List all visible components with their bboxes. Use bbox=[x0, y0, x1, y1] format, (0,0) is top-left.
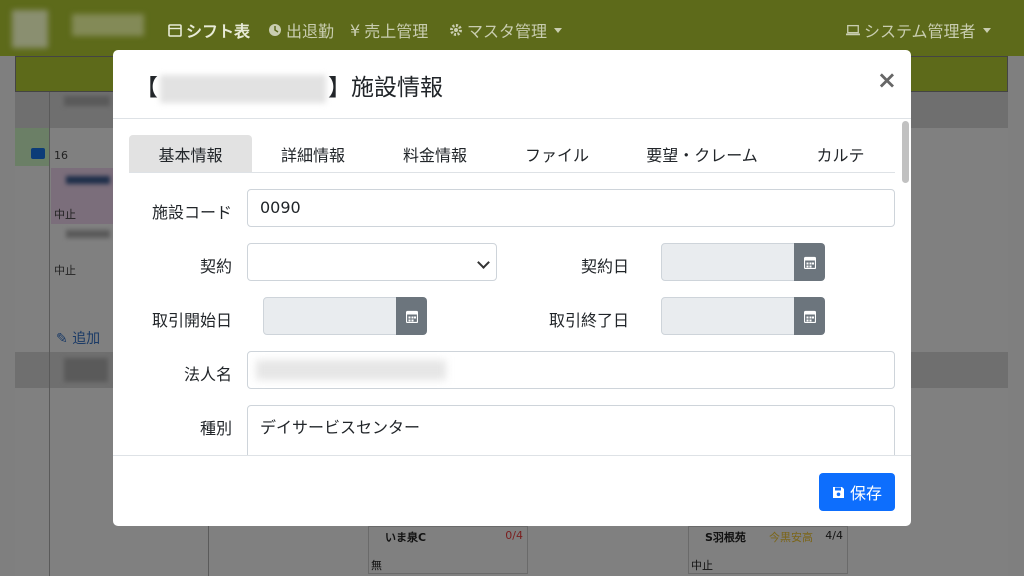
facility-info-modal: 【 】施設情報 × 基本情報 詳細情報 料金情報 ファイル 要望・クレーム カルテ… bbox=[113, 50, 911, 526]
save-button[interactable]: 保存 bbox=[819, 473, 895, 511]
card-title: いま泉C bbox=[385, 531, 427, 544]
user-menu[interactable]: システム管理者 bbox=[846, 18, 991, 42]
tab-files[interactable]: ファイル bbox=[496, 135, 618, 172]
start-date-field bbox=[263, 297, 398, 335]
tab-basic-info[interactable]: 基本情報 bbox=[129, 135, 252, 172]
brand-name bbox=[72, 14, 144, 36]
camera-icon[interactable] bbox=[31, 148, 45, 159]
nav-item-sales[interactable]: ¥ 売上管理 bbox=[350, 18, 428, 42]
contract-label: 契約 bbox=[199, 257, 232, 276]
calendar-icon bbox=[803, 256, 816, 269]
nav-item-master[interactable]: マスタ管理 bbox=[449, 18, 563, 42]
top-navbar: シフト表 出退勤 ¥ 売上管理 マスタ管理 システム管理者 bbox=[0, 0, 1024, 56]
chevron-down-icon bbox=[477, 256, 490, 269]
user-name: システム管理者 bbox=[864, 22, 976, 41]
save-label: 保存 bbox=[849, 484, 882, 503]
end-date-field bbox=[661, 297, 796, 335]
calendar-icon bbox=[168, 24, 182, 37]
type-field[interactable]: デイサービスセンター bbox=[247, 405, 895, 455]
corporation-name-label: 法人名 bbox=[183, 365, 232, 384]
clock-icon bbox=[269, 24, 281, 36]
staff-count: 16 bbox=[54, 149, 68, 162]
card-count: 4/4 bbox=[825, 529, 843, 542]
add-link[interactable]: ✎ 追加 bbox=[56, 328, 100, 348]
card-note: 今黒安高 bbox=[769, 531, 813, 544]
group-name-redacted bbox=[64, 358, 108, 382]
tab-detail-info[interactable]: 詳細情報 bbox=[252, 135, 374, 172]
brand-logo[interactable] bbox=[12, 10, 48, 48]
status-text: 中止 bbox=[54, 208, 76, 221]
gear-icon bbox=[450, 24, 462, 36]
nav-item-label: 売上管理 bbox=[364, 22, 429, 41]
tab-bar: 基本情報 詳細情報 料金情報 ファイル 要望・クレーム カルテ bbox=[129, 135, 895, 173]
contract-date-calendar-button[interactable] bbox=[794, 243, 825, 281]
add-label: 追加 bbox=[72, 331, 101, 347]
title-prefix: 【 bbox=[135, 75, 158, 101]
facility-code-field[interactable]: 0090 bbox=[247, 189, 895, 227]
card-status: 中止 bbox=[691, 559, 713, 572]
end-date-label: 取引終了日 bbox=[548, 311, 629, 330]
shift-card[interactable]: S羽根苑 今黒安高 4/4 中止 bbox=[688, 526, 848, 574]
type-label: 種別 bbox=[199, 419, 232, 438]
calendar-icon bbox=[405, 310, 418, 323]
nav-item-attendance[interactable]: 出退勤 bbox=[268, 18, 334, 42]
modal-scrollbar[interactable] bbox=[902, 121, 909, 183]
column-divider bbox=[49, 92, 50, 576]
modal-footer: 保存 bbox=[113, 455, 911, 526]
modal-header: 【 】施設情報 × bbox=[113, 50, 911, 119]
shift-card[interactable]: いま泉C 0/4 無 bbox=[368, 526, 528, 574]
chevron-down-icon bbox=[982, 27, 991, 33]
tab-fee-info[interactable]: 料金情報 bbox=[374, 135, 496, 172]
modal-body: 基本情報 詳細情報 料金情報 ファイル 要望・クレーム カルテ 施設コード 00… bbox=[113, 119, 911, 455]
card-title: S羽根苑 bbox=[705, 531, 746, 544]
type-value: デイサービスセンター bbox=[260, 418, 421, 437]
end-date-calendar-button[interactable] bbox=[794, 297, 825, 335]
status-text: 中止 bbox=[54, 264, 76, 277]
title-suffix: 】施設情報 bbox=[328, 75, 443, 101]
group-name-redacted bbox=[64, 96, 110, 106]
calendar-icon bbox=[803, 310, 816, 323]
contract-select[interactable] bbox=[247, 243, 497, 281]
tab-requests-claims[interactable]: 要望・クレーム bbox=[618, 135, 786, 172]
modal-title: 【 】施設情報 bbox=[135, 68, 443, 103]
yen-icon: ¥ bbox=[350, 20, 361, 40]
card-count: 0/4 bbox=[505, 529, 523, 542]
corporation-name-redacted bbox=[256, 360, 446, 380]
staff-name-redacted bbox=[66, 230, 110, 238]
corporation-name-field[interactable] bbox=[247, 351, 895, 389]
highlight-cell bbox=[15, 128, 49, 166]
tab-chart[interactable]: カルテ bbox=[786, 135, 895, 172]
nav-item-label: マスタ管理 bbox=[467, 22, 548, 41]
nav-item-label: シフト表 bbox=[186, 22, 251, 41]
start-date-calendar-button[interactable] bbox=[396, 297, 427, 335]
facility-code-label: 施設コード bbox=[151, 203, 232, 222]
chevron-down-icon bbox=[554, 27, 563, 33]
card-status: 無 bbox=[371, 559, 382, 572]
close-button[interactable]: × bbox=[877, 68, 897, 92]
nav-item-shift[interactable]: シフト表 bbox=[168, 18, 250, 42]
staff-name-redacted bbox=[66, 176, 110, 184]
contract-date-field bbox=[661, 243, 796, 281]
contract-date-label: 契約日 bbox=[580, 257, 629, 276]
start-date-label: 取引開始日 bbox=[151, 311, 232, 330]
facility-name-redacted bbox=[160, 74, 326, 103]
laptop-icon bbox=[846, 24, 860, 36]
nav-item-label: 出退勤 bbox=[286, 22, 335, 41]
save-icon bbox=[832, 486, 844, 498]
